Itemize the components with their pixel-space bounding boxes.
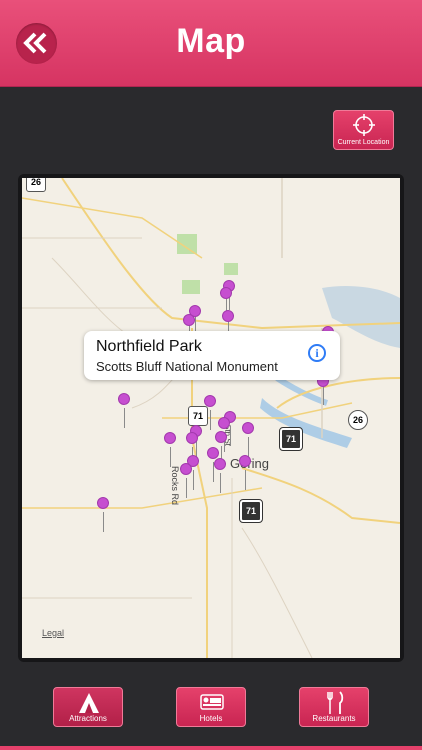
- map-pin-stem: [193, 470, 194, 490]
- callout-title: Northfield Park: [96, 338, 202, 355]
- map-pin-stem: [210, 410, 211, 430]
- map-callout[interactable]: Northfield Park Scotts Bluff National Mo…: [84, 331, 340, 380]
- map-pin-stem: [220, 473, 221, 493]
- bottom-accent-bar: [0, 746, 422, 750]
- fork-knife-icon: [327, 691, 344, 714]
- page-title: Map: [176, 22, 246, 60]
- map-pin[interactable]: [164, 432, 176, 444]
- map-pin[interactable]: [186, 432, 198, 444]
- map-roads: [22, 178, 400, 658]
- map-pin-stem: [170, 447, 171, 467]
- app-header: Map: [0, 0, 422, 87]
- map-legal-link[interactable]: Legal: [42, 628, 64, 638]
- callout-subtitle: Scotts Bluff National Monument: [96, 359, 278, 374]
- tab-restaurants[interactable]: Restaurants: [299, 687, 369, 727]
- map-pin-stem: [186, 478, 187, 498]
- map-pin[interactable]: [215, 431, 227, 443]
- tab-hotels[interactable]: Hotels: [176, 687, 246, 727]
- map-pin[interactable]: [118, 393, 130, 405]
- map-pin-stem: [323, 385, 324, 405]
- map-pin[interactable]: [220, 287, 232, 299]
- map-pin[interactable]: [97, 497, 109, 509]
- map-pin[interactable]: [242, 422, 254, 434]
- tent-icon: [79, 693, 99, 713]
- map-pin[interactable]: [222, 310, 234, 322]
- current-location-button[interactable]: Current Location: [333, 110, 394, 150]
- bed-icon: [200, 694, 224, 710]
- map-pin[interactable]: [218, 417, 230, 429]
- map-pin-stem: [248, 437, 249, 457]
- map-pin-stem: [124, 408, 125, 428]
- current-location-label: Current Location: [337, 139, 390, 146]
- map-pin[interactable]: [239, 455, 251, 467]
- tab-label: Attractions: [69, 714, 107, 723]
- highway-shield: 26: [348, 410, 368, 430]
- tab-label: Hotels: [199, 714, 223, 723]
- map-pin-stem: [103, 512, 104, 532]
- highway-shield: 26: [26, 178, 46, 192]
- map-pin[interactable]: [183, 314, 195, 326]
- tab-label: Restaurants: [312, 714, 356, 723]
- highway-shield: 71: [279, 427, 303, 451]
- tab-bar: Attractions Hotels Restaurants: [0, 670, 422, 750]
- highway-shield: 71: [188, 406, 208, 426]
- map-pin-stem: [230, 426, 231, 446]
- tab-attractions[interactable]: Attractions: [53, 687, 123, 727]
- info-icon[interactable]: i: [308, 344, 326, 362]
- highway-shield: 71: [239, 499, 263, 523]
- map-pin[interactable]: [180, 463, 192, 475]
- map-pin[interactable]: [214, 458, 226, 470]
- map-pin[interactable]: [204, 395, 216, 407]
- map-pin-stem: [245, 470, 246, 490]
- map-view[interactable]: errytown Gering Rocks Rd 5th St 26 71 71…: [22, 178, 400, 658]
- crosshair-icon: [353, 114, 375, 136]
- map-pin[interactable]: [207, 447, 219, 459]
- map-road-label: Rocks Rd: [170, 466, 180, 506]
